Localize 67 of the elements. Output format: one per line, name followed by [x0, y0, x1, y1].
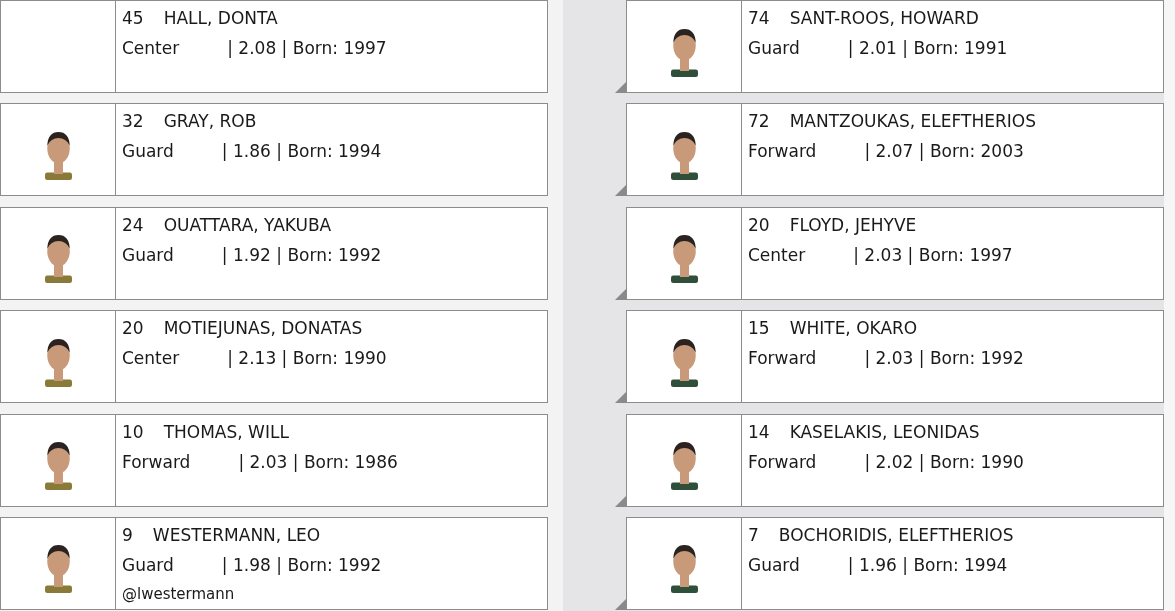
player-card[interactable]: 14 KASELAKIS, LEONIDAS Forward | 2.02 | Born: 1990: [626, 413, 1164, 507]
corner-notch: [615, 392, 626, 404]
player-name: FLOYD, JEHYVE: [789, 213, 917, 237]
corner-notch: [615, 495, 626, 507]
jersey-number: 74: [748, 7, 770, 30]
player-name: SANT-ROOS, HOWARD: [789, 7, 979, 30]
corner-notch: [615, 288, 626, 300]
player-name: MANTZOUKAS, ELEFTHERIOS: [789, 110, 1036, 134]
player-position: Forward: [748, 140, 817, 164]
player-position: Center: [122, 347, 180, 371]
player-card[interactable]: 74 SANT-ROOS, HOWARD Guard | 2.01 | Born: 1991: [626, 0, 1164, 93]
jersey-number: 45: [122, 7, 144, 30]
player-position: Forward: [122, 450, 191, 474]
player-details: | 1.92 | Born: 1992: [221, 243, 382, 267]
player-card[interactable]: 7 BOCHORIDIS, ELEFTHERIOS Guard | 1.96 | Born: 1994: [626, 516, 1164, 610]
player-details: | 2.02 | Born: 1990: [864, 450, 1024, 474]
player-details: | 2.03 | Born: 1986: [238, 450, 398, 474]
player-details: | 2.07 | Born: 2003: [864, 140, 1024, 164]
player-position: Guard: [122, 140, 174, 164]
player-position: Center: [122, 37, 180, 60]
player-card[interactable]: 15 WHITE, OKARO Forward | 2.03 | Born: 1992: [626, 310, 1164, 404]
player-name: THOMAS, WILL: [163, 420, 289, 444]
social-handle: @lwestermann: [122, 583, 236, 605]
jersey-number: 72: [748, 110, 770, 134]
player-name: KASELAKIS, LEONIDAS: [789, 420, 980, 444]
player-name: HALL, DONTA: [163, 7, 278, 30]
player-position: Forward: [748, 450, 817, 474]
player-name: BOCHORIDIS, ELEFTHERIOS: [778, 523, 1014, 547]
player-position: Forward: [748, 347, 817, 371]
player-details: | 2.03 | Born: 1992: [864, 347, 1024, 371]
player-position: Guard: [748, 553, 800, 577]
player-position: Center: [748, 243, 806, 267]
jersey-number: 32: [122, 110, 144, 134]
player-card[interactable]: 20 FLOYD, JEHYVE Center | 2.03 | Born: 1997: [626, 206, 1164, 300]
player-card[interactable]: 24 OUATTARA, YAKUBA Guard | 1.92 | Born: 1992: [0, 206, 548, 300]
player-card[interactable]: 45 HALL, DONTA Center | 2.08 | Born: 1997: [0, 0, 548, 93]
player-details: | 1.96 | Born: 1994: [847, 553, 1008, 577]
jersey-number: 20: [748, 213, 770, 237]
player-card[interactable]: 32 GRAY, ROB Guard | 1.86 | Born: 1994: [0, 103, 548, 197]
player-details: | 2.08 | Born: 1997: [227, 37, 387, 60]
player-position: Guard: [122, 243, 174, 267]
player-card[interactable]: 9 WESTERMANN, LEO Guard | 1.98 | Born: 1992 @lwestermann: [0, 516, 548, 610]
corner-notch: [615, 82, 626, 93]
player-name: MOTIEJUNAS, DONATAS: [163, 317, 363, 341]
corner-notch: [615, 185, 626, 197]
player-details: | 1.98 | Born: 1992: [221, 553, 382, 577]
player-card[interactable]: 20 MOTIEJUNAS, DONATAS Center | 2.13 | Born: 1990: [0, 310, 548, 404]
player-position: Guard: [748, 37, 800, 60]
jersey-number: 14: [748, 420, 770, 444]
jersey-number: 15: [748, 317, 770, 341]
jersey-number: 9: [122, 523, 133, 547]
player-details: | 2.13 | Born: 1990: [227, 347, 387, 371]
player-name: OUATTARA, YAKUBA: [163, 213, 332, 237]
player-name: WHITE, OKARO: [789, 317, 918, 341]
jersey-number: 24: [122, 213, 144, 237]
jersey-number: 10: [122, 420, 144, 444]
player-position: Guard: [122, 553, 174, 577]
player-details: | 2.01 | Born: 1991: [847, 37, 1008, 60]
player-card[interactable]: 10 THOMAS, WILL Forward | 2.03 | Born: 1986: [0, 413, 548, 507]
jersey-number: 20: [122, 317, 144, 341]
player-name: GRAY, ROB: [163, 110, 257, 134]
jersey-number: 7: [748, 523, 759, 547]
player-details: | 1.86 | Born: 1994: [221, 140, 382, 164]
player-name: WESTERMANN, LEO: [152, 523, 321, 547]
corner-notch: [615, 598, 626, 610]
player-card[interactable]: 72 MANTZOUKAS, ELEFTHERIOS Forward | 2.07 | Born: 2003: [626, 103, 1164, 197]
player-details: | 2.03 | Born: 1997: [853, 243, 1013, 267]
